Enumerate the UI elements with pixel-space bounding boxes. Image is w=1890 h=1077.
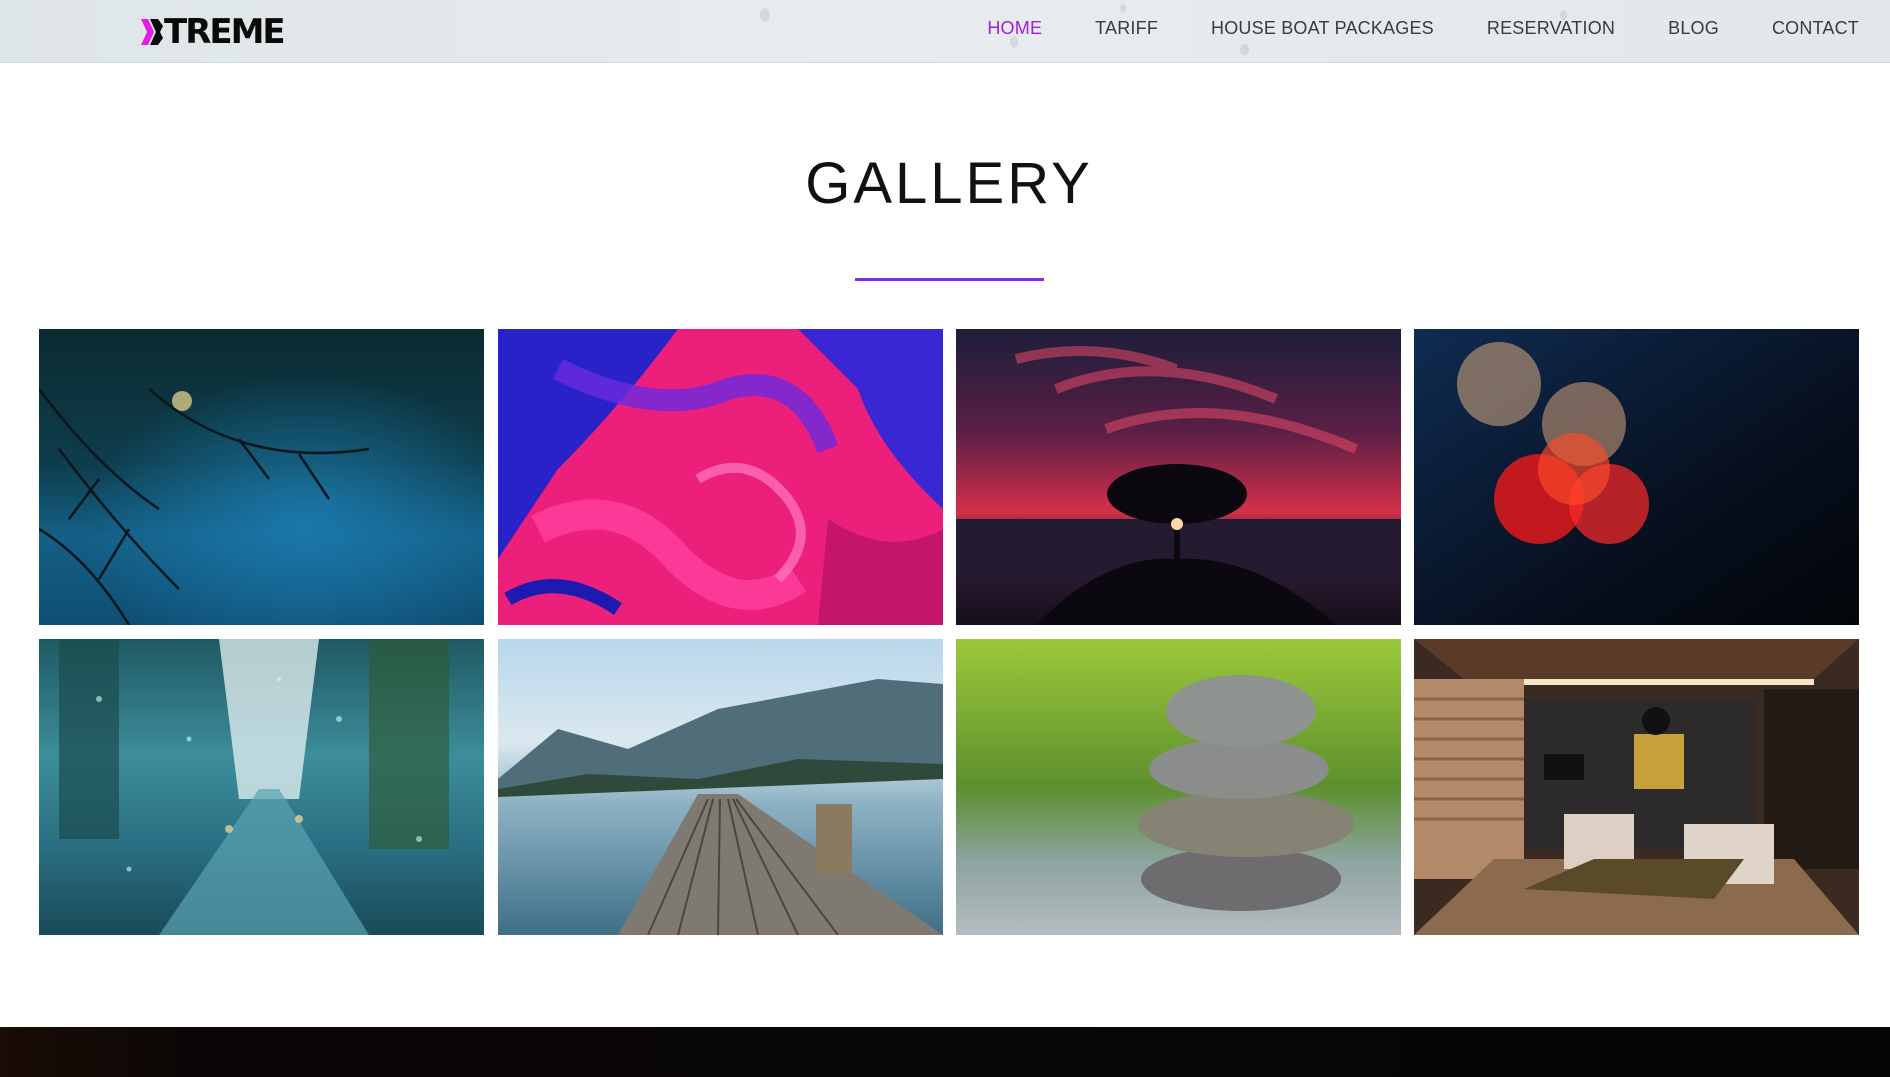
gallery-image-sunset-tree[interactable] bbox=[956, 329, 1401, 625]
site-logo[interactable]: TREME bbox=[141, 12, 286, 52]
gallery-image-abstract-paint[interactable] bbox=[498, 329, 943, 625]
nav-reservation[interactable]: RESERVATION bbox=[1487, 18, 1615, 39]
footer-strip bbox=[0, 1027, 1890, 1077]
title-underline bbox=[855, 278, 1044, 281]
gallery-image-bokeh[interactable] bbox=[1414, 329, 1859, 625]
logo-x-mark bbox=[141, 17, 163, 47]
gallery-title: GALLERY bbox=[805, 151, 1093, 216]
nav-home[interactable]: HOME bbox=[987, 18, 1042, 39]
nav-tariff[interactable]: TARIFF bbox=[1095, 18, 1158, 39]
gallery-image-rainy-street[interactable] bbox=[39, 639, 484, 935]
main-nav: HOME TARIFF HOUSE BOAT PACKAGES RESERVAT… bbox=[934, 0, 1859, 56]
logo-text: TREME bbox=[164, 12, 286, 52]
nav-blog[interactable]: BLOG bbox=[1668, 18, 1719, 39]
nav-contact[interactable]: CONTACT bbox=[1772, 18, 1859, 39]
nav-house-boat-packages[interactable]: HOUSE BOAT PACKAGES bbox=[1211, 18, 1434, 39]
gallery-image-stacked-stones[interactable] bbox=[956, 639, 1401, 935]
gallery-image-living-room[interactable] bbox=[1414, 639, 1859, 935]
site-header: TREME HOME TARIFF HOUSE BOAT PACKAGES RE… bbox=[0, 0, 1890, 63]
gallery-image-lake-pier[interactable] bbox=[498, 639, 943, 935]
gallery-image-blurred-road[interactable] bbox=[39, 329, 484, 625]
